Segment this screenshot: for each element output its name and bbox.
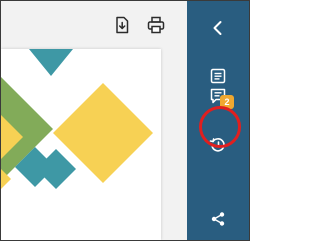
share-button[interactable]: [187, 204, 249, 234]
right-sidebar: 2: [187, 1, 249, 240]
chevron-left-icon: [213, 21, 222, 35]
share-icon: [211, 212, 225, 226]
viewer-toolbar: [111, 14, 167, 36]
history-button[interactable]: [187, 130, 249, 160]
document-viewer: [1, 1, 187, 240]
download-button[interactable]: [111, 14, 133, 36]
page-illustration: [1, 49, 153, 189]
comments-count-badge: 2: [220, 95, 234, 109]
print-button[interactable]: [145, 14, 167, 36]
document-page: [1, 49, 161, 240]
print-icon: [147, 16, 165, 34]
comments-button[interactable]: 2: [187, 81, 249, 111]
download-icon: [116, 16, 129, 34]
history-icon: [209, 138, 225, 152]
collapse-sidebar-button[interactable]: [187, 13, 249, 43]
app-frame: 2: [0, 0, 250, 241]
